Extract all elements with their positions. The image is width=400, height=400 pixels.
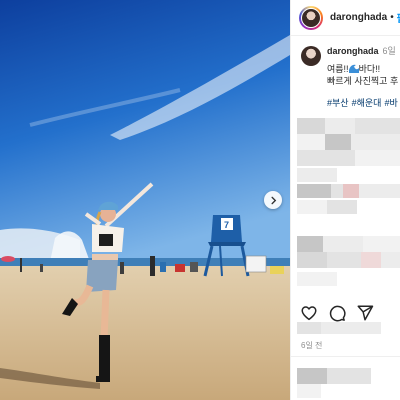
hashtag-link[interactable]: #해운대	[352, 98, 382, 108]
hashtag-link[interactable]: #부산	[327, 98, 349, 108]
caption-time: 6일	[382, 46, 396, 56]
avatar-story-ring[interactable]	[299, 5, 323, 30]
header-username[interactable]: daronghada	[330, 12, 387, 23]
caption-meta: daronghada 6일	[327, 44, 400, 57]
caption-text-part: 여름!!	[327, 64, 349, 74]
post-header: daronghada • 팔로	[291, 0, 400, 36]
post-age: 6일 전	[301, 341, 323, 350]
wave-emoji-icon	[348, 64, 359, 73]
hashtags: #부산 #해운대 #바	[327, 96, 400, 109]
heart-icon[interactable]	[300, 304, 318, 322]
action-bar	[300, 304, 374, 322]
caption-text-part: 바다!!	[358, 64, 381, 74]
caption-line-1: 여름!! 바다!!	[327, 63, 400, 75]
beach-photo-image: 7	[0, 0, 290, 400]
next-photo-button[interactable]	[264, 191, 282, 209]
share-icon[interactable]	[356, 304, 374, 322]
svg-text:7: 7	[224, 220, 229, 230]
avatar	[301, 7, 321, 28]
caption: daronghada 6일 여름!! 바다!! 빠르게 사진찍고 후 #부산 #해운대…	[291, 44, 400, 109]
caption-username[interactable]: daronghada	[327, 46, 379, 56]
header-separator: •	[390, 12, 394, 23]
post-photo: 7	[0, 0, 290, 400]
hashtag-link[interactable]: #바	[384, 98, 397, 108]
comment-icon[interactable]	[328, 304, 346, 322]
divider	[290, 356, 400, 357]
caption-line-2: 빠르게 사진찍고 후	[327, 76, 399, 86]
chevron-right-icon	[270, 196, 276, 204]
caption-avatar[interactable]	[301, 46, 321, 66]
